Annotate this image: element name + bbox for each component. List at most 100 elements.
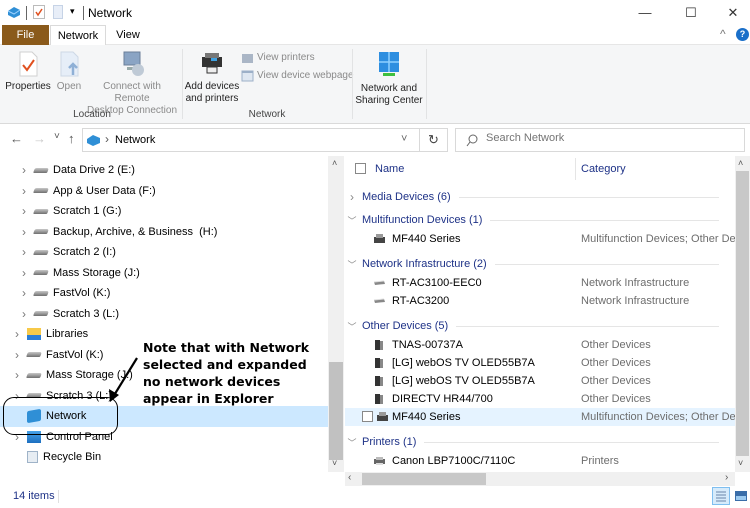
expand-chevron-icon[interactable]: › <box>11 368 23 382</box>
remote-desktop-label-1: Connect with Remote <box>103 81 161 104</box>
column-category[interactable]: Category <box>581 163 626 175</box>
open-button[interactable]: Open <box>54 51 84 93</box>
search-box[interactable] <box>455 128 745 152</box>
search-input[interactable] <box>486 132 736 144</box>
collapse-ribbon-icon[interactable]: ^ <box>720 27 726 41</box>
content-scroll-thumb[interactable] <box>736 171 749 456</box>
group-label: Media Devices (6) <box>362 191 451 203</box>
add-devices-icon <box>202 53 222 74</box>
recent-locations-button[interactable]: ˅ <box>54 131 60 142</box>
chevron-down-icon[interactable]: ﹀ <box>345 214 359 227</box>
view-device-webpage-button[interactable]: View device webpage <box>241 70 354 82</box>
expand-chevron-icon[interactable]: › <box>18 225 30 239</box>
webpage-icon <box>241 70 254 82</box>
minimize-button[interactable]: — <box>622 0 668 25</box>
tab-file[interactable]: File <box>2 25 49 45</box>
group-header[interactable]: ﹀ Multifunction Devices (1) <box>345 209 725 231</box>
tree-item[interactable]: › Data Drive 2 (E:) <box>0 160 328 181</box>
group-header[interactable]: ﹀ Network Infrastructure (2) <box>345 253 725 275</box>
annotation-oval <box>3 397 118 435</box>
group-header[interactable]: ﹀ Printers (1) <box>345 431 725 453</box>
details-view-button[interactable] <box>712 487 730 505</box>
scroll-down-icon[interactable]: ˅ <box>738 458 743 468</box>
chevron-down-icon[interactable]: ﹀ <box>345 258 359 271</box>
scroll-up-icon[interactable]: ˄ <box>332 158 337 168</box>
group-header[interactable]: › Media Devices (6) <box>345 186 725 208</box>
group-header[interactable]: ﹀ Other Devices (5) <box>345 315 725 337</box>
expand-chevron-icon[interactable]: › <box>18 245 30 259</box>
address-dropdown-icon[interactable]: ˅ <box>401 133 407 145</box>
device-name: DIRECTV HR44/700 <box>392 393 493 405</box>
device-row[interactable]: RT-AC3200 Network Infrastructure <box>345 292 735 310</box>
refresh-button[interactable]: ↻ <box>420 128 448 152</box>
properties-button[interactable]: Properties <box>4 51 52 93</box>
expand-chevron-icon[interactable]: › <box>18 204 30 218</box>
tree-item[interactable]: Recycle Bin <box>0 447 328 468</box>
recycle-bin-icon <box>27 451 38 464</box>
horizontal-scroll-thumb[interactable] <box>362 473 486 485</box>
expand-chevron-icon[interactable]: › <box>18 266 30 280</box>
properties-icon <box>19 51 38 77</box>
expand-chevron-icon[interactable]: › <box>18 307 30 321</box>
location-group-label: Location <box>73 109 111 120</box>
device-row[interactable]: TNAS-00737A Other Devices <box>345 336 735 354</box>
tree-item[interactable]: › Scratch 3 (L:) <box>0 304 328 325</box>
device-row[interactable]: Canon LBP7100C/7110C Printers <box>345 452 735 470</box>
tree-item[interactable]: › Scratch 2 (I:) <box>0 242 328 263</box>
scroll-right-icon[interactable]: › <box>725 472 728 483</box>
expand-chevron-icon[interactable]: › <box>11 327 23 341</box>
back-button[interactable]: ← <box>10 131 23 146</box>
column-divider[interactable] <box>575 158 576 180</box>
breadcrumb-network[interactable]: Network <box>115 134 155 146</box>
select-all-checkbox[interactable] <box>355 163 366 174</box>
divider <box>83 6 84 20</box>
tab-view[interactable]: View <box>108 25 148 45</box>
device-row[interactable]: [LG] webOS TV OLED55B7A Other Devices <box>345 354 735 372</box>
device-row[interactable]: RT-AC3100-EEC0 Network Infrastructure <box>345 274 735 292</box>
large-icons-view-button[interactable] <box>734 489 748 506</box>
view-printers-button[interactable]: View printers <box>241 52 315 64</box>
tree-item[interactable]: › Backup, Archive, & Business (H:) <box>0 222 328 243</box>
up-button[interactable]: ↑ <box>68 131 75 146</box>
expand-chevron-icon[interactable]: › <box>11 348 23 362</box>
tree-item[interactable]: › App & User Data (F:) <box>0 181 328 202</box>
forward-button[interactable]: → <box>33 131 46 146</box>
tab-network[interactable]: Network <box>50 25 106 46</box>
nsc-label-2: Sharing Center <box>355 95 423 106</box>
device-row[interactable]: MF440 Series Multifunction Devices; Other… <box>345 408 735 426</box>
expand-chevron-icon[interactable]: › <box>18 184 30 198</box>
customize-qat-icon[interactable]: ▾ <box>70 6 75 17</box>
navigation-pane-scroll-thumb[interactable] <box>329 362 343 460</box>
libraries-icon <box>27 328 41 341</box>
device-row[interactable]: [LG] webOS TV OLED55B7A Other Devices <box>345 372 735 390</box>
scroll-left-icon[interactable]: ‹ <box>348 472 351 483</box>
chevron-down-icon[interactable]: ﹀ <box>345 320 359 333</box>
properties-qat-icon[interactable] <box>33 5 45 19</box>
column-name[interactable]: Name <box>375 163 404 175</box>
network-sharing-center-button[interactable]: Network and Sharing Center <box>354 51 424 107</box>
help-icon[interactable]: ? <box>736 28 749 41</box>
expand-chevron-icon[interactable]: › <box>18 286 30 300</box>
scroll-up-icon[interactable]: ˄ <box>738 158 743 168</box>
chevron-down-icon[interactable]: ﹀ <box>345 436 359 449</box>
close-button[interactable]: ✕ <box>710 0 750 25</box>
expand-chevron-icon[interactable]: › <box>18 163 30 177</box>
device-row[interactable]: DIRECTV HR44/700 Other Devices <box>345 390 735 408</box>
new-folder-qat-icon[interactable] <box>53 5 63 19</box>
row-checkbox[interactable] <box>362 411 373 422</box>
remote-desktop-button[interactable]: Connect with Remote Desktop Connection <box>86 51 178 117</box>
tree-item[interactable]: › FastVol (K:) <box>0 283 328 304</box>
tree-item[interactable]: › Scratch 1 (G:) <box>0 201 328 222</box>
add-devices-button[interactable]: Add devices and printers <box>184 51 240 105</box>
drive-icon <box>33 249 49 255</box>
breadcrumb-separator-icon[interactable]: › <box>105 132 109 146</box>
details-view-icon <box>716 491 726 502</box>
address-bar[interactable]: › Network ˅ <box>82 128 420 152</box>
drive-icon <box>33 208 49 214</box>
maximize-button[interactable]: ☐ <box>668 0 714 25</box>
group-divider <box>352 49 353 119</box>
chevron-right-icon[interactable]: › <box>345 190 359 204</box>
device-icon <box>375 394 383 404</box>
device-row[interactable]: MF440 Series Multifunction Devices; Other… <box>345 230 735 248</box>
tree-item[interactable]: › Mass Storage (J:) <box>0 263 328 284</box>
